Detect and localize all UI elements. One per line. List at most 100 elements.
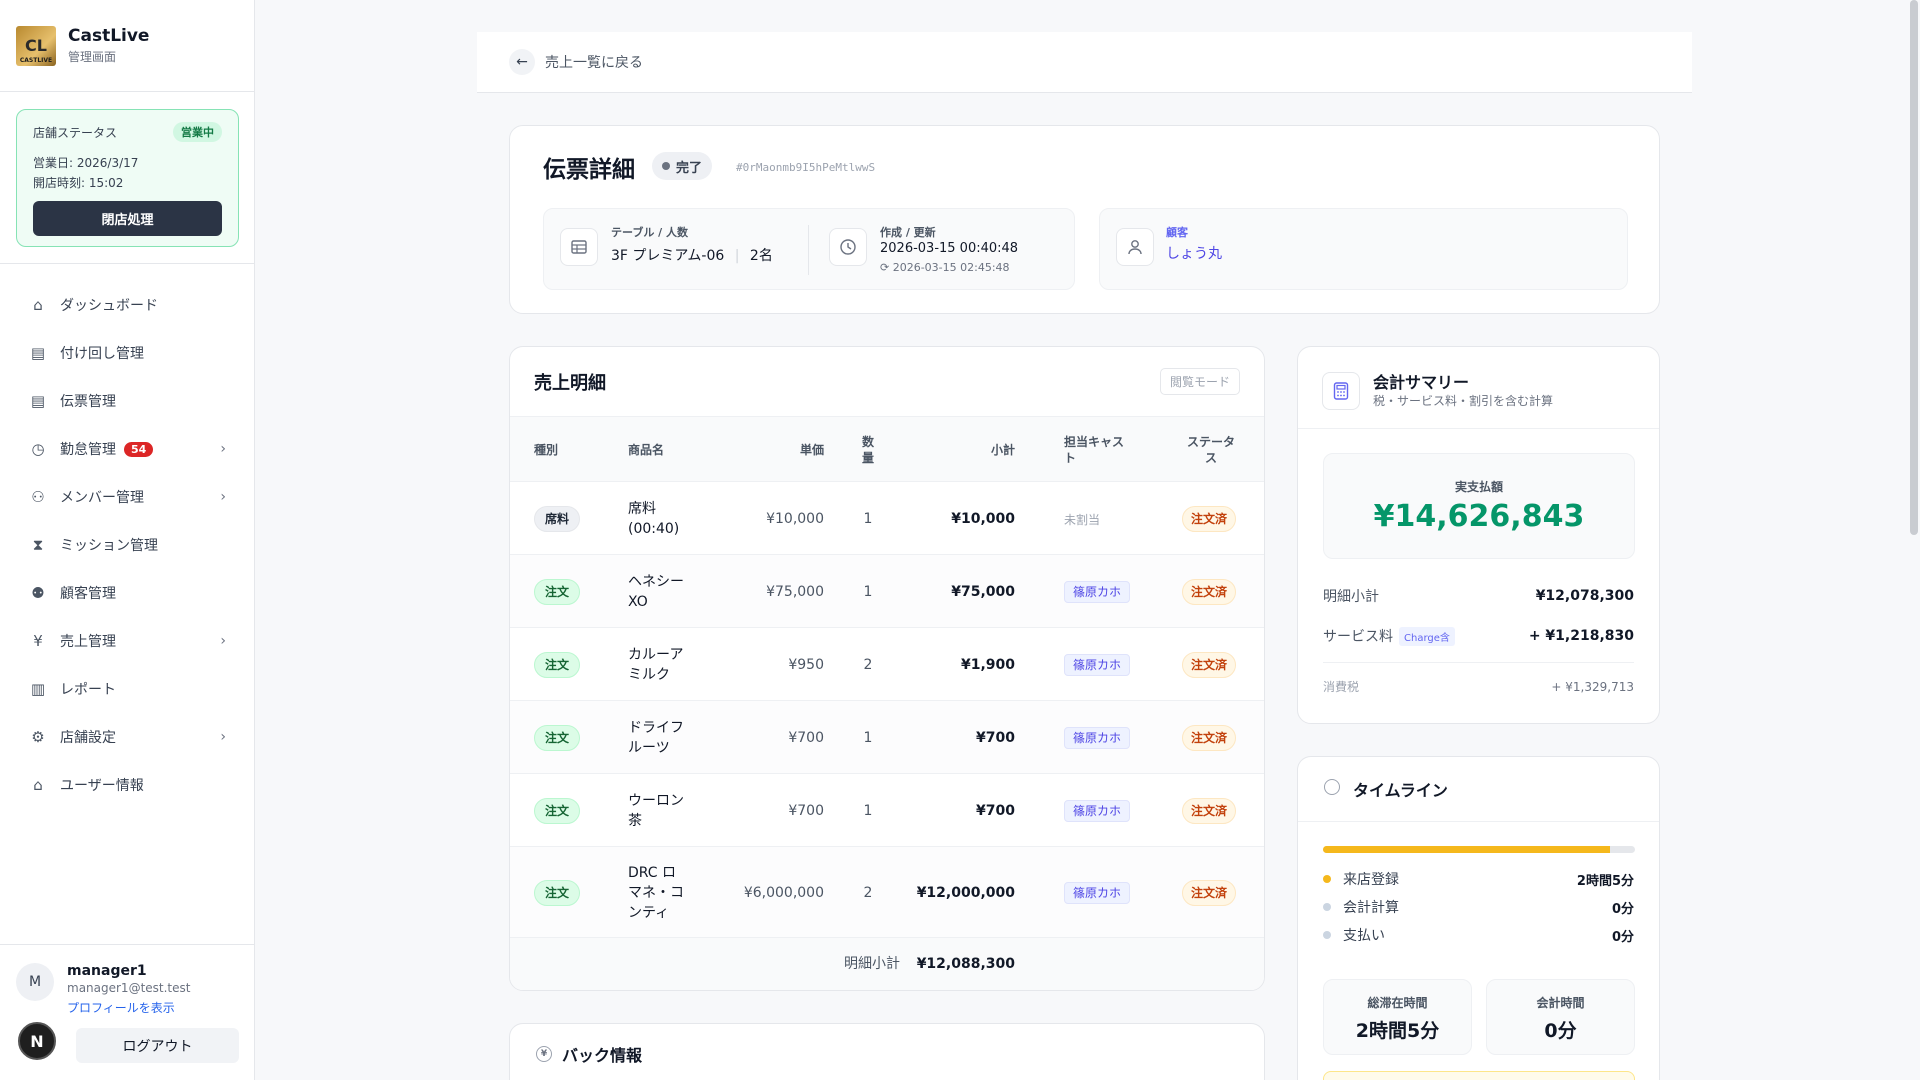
sidebar-item-1[interactable]: ▤ 付け回し管理 xyxy=(0,329,254,377)
brand-subtitle: 管理画面 xyxy=(68,50,117,64)
table-row[interactable]: 注文 ドライフ ルーツ ¥700 1 ¥700 篠原カホ 注文済 xyxy=(510,701,1264,774)
sidebar-item-label: 伝票管理 xyxy=(60,394,116,410)
table-row[interactable]: 注文 ヘネシー XO ¥75,000 1 ¥75,000 篠原カホ 注文済 xyxy=(510,555,1264,628)
col-qty-2: 量 xyxy=(861,451,874,465)
product-name: 席料 (00:40) xyxy=(628,499,698,539)
summary-subtitle: 税・サービス料・割引を含む計算 xyxy=(1373,394,1554,408)
subtotal-row: 明細小計 ¥12,088,300 xyxy=(510,938,1264,990)
sidebar-item-5[interactable]: ⧗ ミッション管理 xyxy=(0,521,254,569)
avatar[interactable]: M xyxy=(16,963,54,1001)
status-badge: 完了 xyxy=(652,152,713,180)
step-duration: 2時間5分 xyxy=(1576,873,1634,889)
timeline-step: 会計計算 0分 xyxy=(1323,897,1634,917)
chevron-right-icon: › xyxy=(220,489,226,505)
profile-link[interactable]: プロフィールを表示 xyxy=(67,999,190,1016)
payment-amount: ¥14,626,843 xyxy=(1373,499,1585,534)
sidebar-nav: ⌂ ダッシュボード ▤ 付け回し管理 ▤ 伝票管理 ◷ 勤怠管理 54 › ⚇ メンバー管理 › ⧗ ミッシ… xyxy=(0,281,254,809)
back-bar: ← 売上一覧に戻る xyxy=(477,32,1692,93)
table-row[interactable]: 席料 席料 (00:40) ¥10,000 1 ¥10,000 未割当 注文済 xyxy=(510,482,1264,555)
clipboard-icon: ▤ xyxy=(30,392,46,410)
timeline-progress-bar xyxy=(1323,846,1635,853)
users-icon: ⚇ xyxy=(31,488,45,506)
col-subtotal: 小計 xyxy=(990,443,1015,457)
sidebar-item-2[interactable]: ▤ 伝票管理 xyxy=(0,377,254,425)
sidebar-item-7[interactable]: ¥ 売上管理 › xyxy=(0,617,254,665)
scrollbar[interactable] xyxy=(1910,0,1918,535)
quantity: 1 xyxy=(863,510,873,527)
brand-name: CastLive xyxy=(68,26,150,46)
product-name: ドライフ ルーツ xyxy=(628,718,698,758)
assigned-cast: 篠原カホ xyxy=(1064,881,1131,904)
back-link[interactable]: 売上一覧に戻る xyxy=(545,52,643,72)
arrow-left-icon[interactable]: ← xyxy=(509,49,535,75)
logout-button[interactable]: ログアウト xyxy=(76,1028,239,1063)
line-subtotal: ¥12,000,000 xyxy=(916,884,1015,901)
line-subtotal: ¥75,000 xyxy=(951,583,1015,600)
product-name-line: XO xyxy=(628,593,648,610)
time-label: 作成 / 更新 xyxy=(880,226,936,239)
product-name-line: ウーロン xyxy=(628,792,684,809)
sidebar-item-label: ユーザー情報 xyxy=(60,778,144,794)
customer-name[interactable]: しょう丸 xyxy=(1166,243,1222,263)
table-row[interactable]: 注文 カルーア ミルク ¥950 2 ¥1,900 篠原カホ 注文済 xyxy=(510,628,1264,701)
table-row[interactable]: 注文 DRC ロマネ・コ ンティ ¥6,000,000 2 ¥12,000,000 篠原カホ… xyxy=(510,847,1264,938)
customer-info[interactable]: 顧客 しょう丸 xyxy=(1099,208,1628,290)
type-badge: 注文 xyxy=(534,651,581,678)
n-badge-button[interactable]: N xyxy=(18,1022,56,1060)
yen-icon: ¥ xyxy=(536,1046,552,1062)
table-row[interactable]: 注文 ウーロン茶 ¥700 1 ¥700 篠原カホ 注文済 xyxy=(510,774,1264,847)
sidebar-item-label: レポート xyxy=(60,682,116,698)
back-info-card: ¥ バック情報 xyxy=(509,1023,1265,1080)
line-subtotal: ¥10,000 xyxy=(951,510,1015,527)
view-mode-button[interactable]: 閲覧モード xyxy=(1159,368,1240,395)
summary-subtotal-row: 明細小計 ¥12,078,300 xyxy=(1323,586,1634,606)
sidebar-item-label: 店舗設定 xyxy=(60,730,116,746)
assigned-cast: 篠原カホ xyxy=(1064,726,1131,749)
tax-label: 消費税 xyxy=(1323,680,1360,694)
table-value: 3F プレミアム-06 | 2名 xyxy=(611,248,773,264)
product-name: DRC ロマネ・コ ンティ xyxy=(628,863,698,923)
back-info-label: バック情報 xyxy=(562,1046,643,1065)
sidebar-item-4[interactable]: ⚇ メンバー管理 › xyxy=(0,473,254,521)
product-name-line: マネ・コ xyxy=(628,884,684,901)
sidebar-item-label: 付け回し管理 xyxy=(60,346,144,362)
order-status-badge: 注文済 xyxy=(1182,505,1237,532)
type-badge: 注文 xyxy=(534,797,581,824)
product-name: ウーロン茶 xyxy=(628,791,698,831)
step-duration: 0分 xyxy=(1611,929,1634,945)
refresh-icon: ⟳ xyxy=(880,261,890,274)
checkout-time-label: 会計時間 xyxy=(1536,996,1585,1010)
timeline-step: 支払い 0分 xyxy=(1323,925,1634,945)
product-name-line: ドライフ xyxy=(628,719,684,736)
close-store-button[interactable]: 閉店処理 xyxy=(33,201,222,236)
unit-price: ¥75,000 xyxy=(766,583,824,600)
bar-chart-icon: ▥ xyxy=(30,680,46,698)
sidebar-item-3[interactable]: ◷ 勤怠管理 54 › xyxy=(0,425,254,473)
assigned-cast: 篠原カホ xyxy=(1064,653,1131,676)
service-fee-value: + ¥1,218,830 xyxy=(1528,628,1634,644)
product-name-line: 席料 xyxy=(628,500,656,517)
step-duration: 0分 xyxy=(1611,901,1634,917)
people-count: 2名 xyxy=(749,248,773,264)
order-status-badge: 注文済 xyxy=(1182,797,1237,824)
total-stay-box: 総滞在時間 2時間5分 xyxy=(1323,979,1472,1055)
updated-time: ⟳ 2026-03-15 02:45:48 xyxy=(880,261,1010,274)
order-status-badge: 注文済 xyxy=(1182,651,1237,678)
user-icon xyxy=(1116,228,1154,266)
page-title: 伝票詳細 xyxy=(543,157,635,183)
user-name: manager1 xyxy=(67,963,147,979)
sidebar-item-6[interactable]: ⚉ 顧客管理 xyxy=(0,569,254,617)
logo-letters: CL xyxy=(25,36,47,55)
business-day: 営業日: 2026/3/17 xyxy=(33,156,139,170)
unit-price: ¥10,000 xyxy=(766,510,824,527)
sidebar-item-10[interactable]: ⌂ ユーザー情報 xyxy=(0,761,254,809)
unit-price: ¥700 xyxy=(788,802,824,819)
sidebar-item-9[interactable]: ⚙ 店舗設定 › xyxy=(0,713,254,761)
timeline-card: タイムライン 来店登録 2時間5分 会計計算 0分 支払い 0分 総滞在時間 2時間5分 … xyxy=(1297,756,1660,1080)
hourglass-icon: ⧗ xyxy=(32,536,44,554)
sidebar-item-8[interactable]: ▥ レポート xyxy=(0,665,254,713)
sidebar-item-0[interactable]: ⌂ ダッシュボード xyxy=(0,281,254,329)
home-icon: ⌂ xyxy=(33,776,43,794)
timeline-step: 来店登録 2時間5分 xyxy=(1323,869,1634,889)
unit-price: ¥700 xyxy=(788,729,824,746)
